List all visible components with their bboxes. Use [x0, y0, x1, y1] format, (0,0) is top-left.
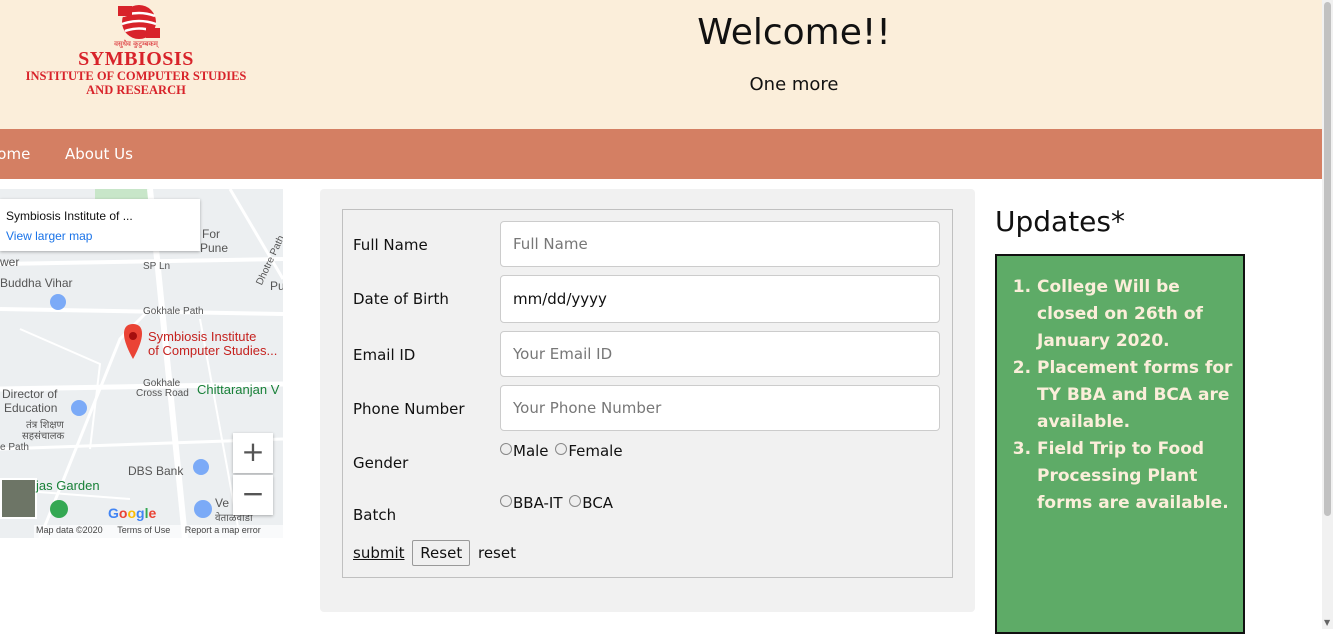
- full-name-input[interactable]: [500, 221, 940, 267]
- map-label: Pune: [200, 241, 229, 255]
- phone-label: Phone Number: [353, 400, 465, 418]
- map-pin-label: of Computer Studies...: [148, 343, 278, 358]
- female-radio[interactable]: [555, 443, 568, 455]
- map-label: Gokhale Path: [143, 306, 204, 317]
- map-data-text: Map data ©2020: [36, 525, 103, 535]
- bba-it-label: BBA-IT: [513, 494, 563, 512]
- map-label: Buddha Vihar: [0, 276, 73, 290]
- map-zoom-out-button[interactable]: −: [233, 475, 273, 515]
- map-label: Cross Road: [136, 388, 189, 399]
- map-attribution: Map data ©2020 Terms of Use Report a map…: [34, 525, 283, 538]
- map-label: Ve: [215, 496, 230, 510]
- registration-fieldset: Full Name Date of Birth mm/dd/yyyy Email…: [342, 209, 953, 578]
- map-label: SP Ln: [143, 261, 171, 272]
- report-map-error-link[interactable]: Report a map error: [185, 525, 261, 535]
- page-scrollbar[interactable]: ▼: [1322, 0, 1333, 629]
- nav-item-home[interactable]: Home: [0, 145, 30, 163]
- phone-input[interactable]: [500, 385, 940, 431]
- map-label: सहसंचालक: [22, 431, 65, 442]
- nav-bar: Home About Us: [0, 129, 1322, 179]
- map-label: DBS Bank: [128, 464, 184, 478]
- logo-subtitle-2: AND RESEARCH: [86, 83, 186, 97]
- dob-input[interactable]: mm/dd/yyyy: [500, 275, 940, 323]
- map-label: e Path: [0, 442, 29, 453]
- logo-brand: SYMBIOSIS: [78, 48, 194, 70]
- reset-text: reset: [477, 544, 516, 562]
- email-input[interactable]: [500, 331, 940, 377]
- logo-subtitle-1: INSTITUTE OF COMPUTER STUDIES: [25, 69, 247, 83]
- map-zoom-in-button[interactable]: +: [233, 433, 273, 473]
- terms-of-use-link[interactable]: Terms of Use: [117, 525, 170, 535]
- updates-heading: Updates*: [995, 205, 1125, 238]
- registration-form-container: Full Name Date of Birth mm/dd/yyyy Email…: [320, 189, 975, 612]
- embedded-map[interactable]: Symbiosis Institute of ... View larger m…: [0, 189, 283, 538]
- form-actions: submit Reset reset: [353, 540, 516, 566]
- view-larger-map-link[interactable]: View larger map: [6, 229, 92, 243]
- map-label: jas Garden: [36, 478, 100, 493]
- male-label: Male: [513, 442, 549, 460]
- bca-label: BCA: [582, 494, 614, 512]
- update-item: Field Trip to Food Processing Plant form…: [1037, 436, 1235, 517]
- batch-options: BBA-IT BCA: [500, 494, 613, 512]
- map-label: Pu: [270, 279, 283, 293]
- bba-it-radio[interactable]: [500, 495, 512, 507]
- bca-radio[interactable]: [569, 495, 582, 507]
- male-radio[interactable]: [500, 443, 512, 455]
- map-place-card: Symbiosis Institute of ... View larger m…: [0, 199, 200, 251]
- scroll-down-arrow-icon[interactable]: ▼: [1324, 618, 1330, 627]
- submit-link[interactable]: submit: [353, 544, 405, 562]
- page-header: वसुधैव कुटुम्बकम् SYMBIOSIS INSTITUTE OF…: [0, 0, 1322, 129]
- nav-item-about-us[interactable]: About Us: [65, 145, 133, 163]
- gender-label: Gender: [353, 454, 409, 472]
- map-place-title: Symbiosis Institute of ...: [6, 209, 133, 223]
- email-label: Email ID: [353, 346, 416, 364]
- map-pin-label: Symbiosis Institute: [148, 329, 257, 344]
- gender-options: Male Female: [500, 442, 623, 460]
- map-label: wer: [0, 255, 20, 269]
- page-title: Welcome!!: [697, 12, 891, 53]
- map-label: Director of: [2, 387, 58, 401]
- female-label: Female: [568, 442, 623, 460]
- symbiosis-logo: वसुधैव कुटुम्बकम् SYMBIOSIS INSTITUTE OF…: [8, 2, 264, 98]
- full-name-label: Full Name: [353, 236, 428, 254]
- map-label: For: [202, 227, 220, 241]
- update-item: Placement forms for TY BBA and BCA are a…: [1037, 355, 1235, 436]
- page-subtitle: One more: [749, 74, 839, 95]
- reset-button[interactable]: Reset: [412, 540, 471, 566]
- update-item: College Will be closed on 26th of Januar…: [1037, 274, 1235, 355]
- google-logo: Google: [108, 505, 157, 521]
- map-label: Education: [4, 401, 58, 415]
- dob-label: Date of Birth: [353, 290, 449, 308]
- updates-panel: College Will be closed on 26th of Januar…: [995, 254, 1245, 634]
- map-label: Chittaranjan V: [197, 382, 280, 397]
- scrollbar-thumb[interactable]: [1324, 2, 1331, 516]
- batch-label: Batch: [353, 506, 397, 524]
- updates-list: College Will be closed on 26th of Januar…: [997, 256, 1243, 517]
- satellite-thumbnail[interactable]: [0, 478, 37, 519]
